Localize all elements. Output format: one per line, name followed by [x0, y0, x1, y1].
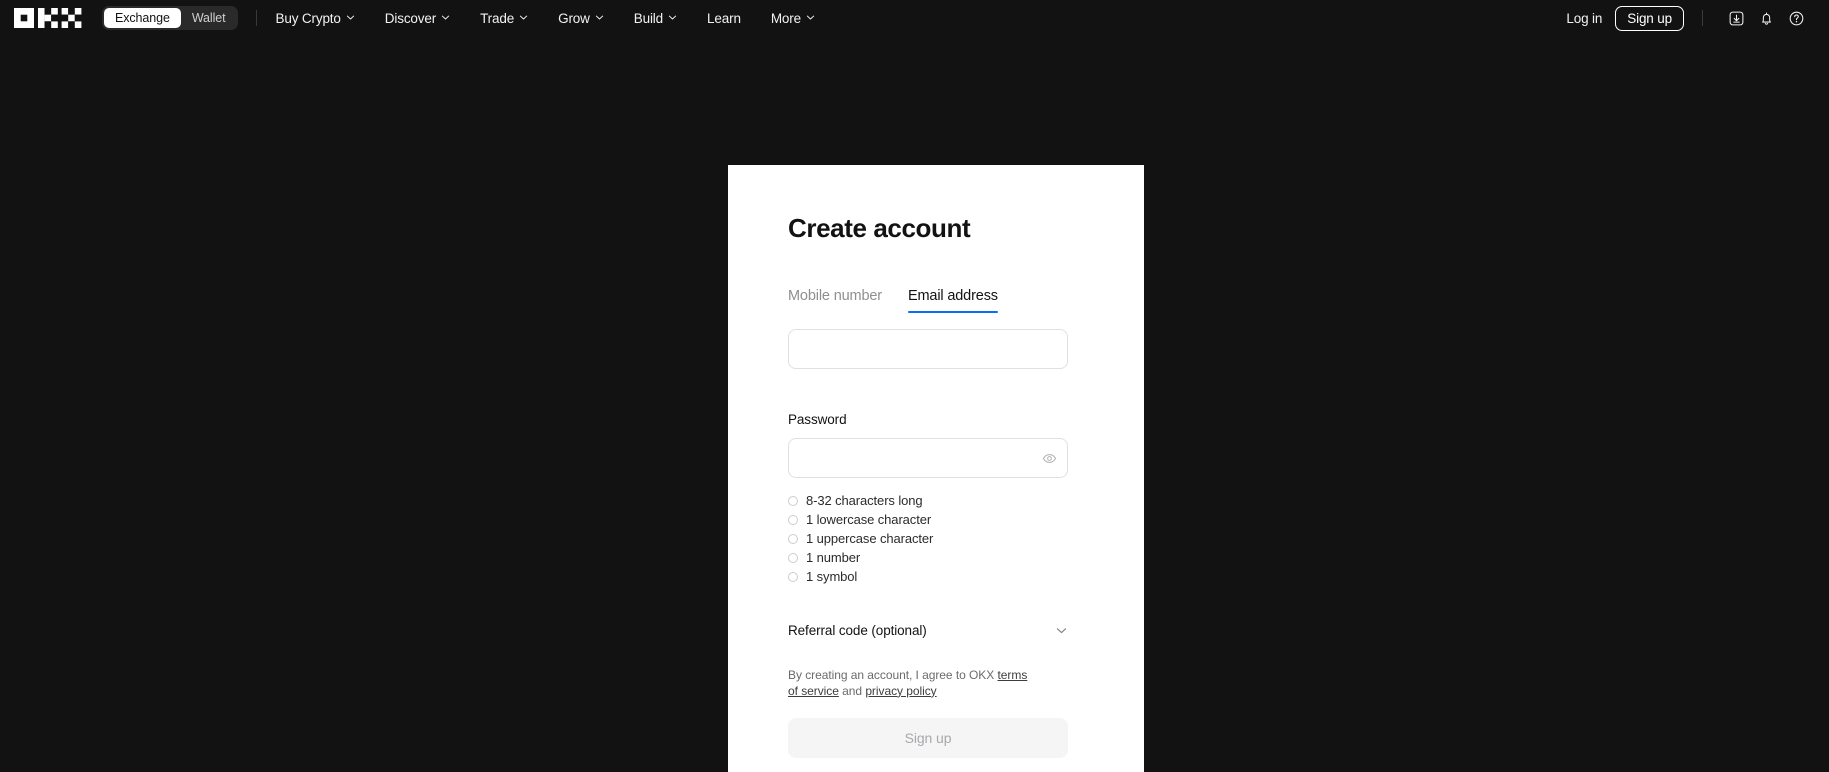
nav-item-label: Build: [633, 10, 664, 26]
nav-item-label: More: [770, 10, 801, 26]
requirement-radio-icon: [788, 495, 798, 506]
nav-item-more[interactable]: More: [756, 0, 830, 36]
referral-code-label: Referral code (optional): [788, 622, 927, 638]
main-nav: Buy Crypto Discover Trade Grow Build Lea…: [275, 0, 830, 36]
okx-logo[interactable]: [14, 8, 82, 28]
password-label: Password: [788, 412, 847, 427]
list-item: 1 number: [788, 548, 1084, 567]
nav-item-label: Discover: [384, 10, 437, 26]
notification-bell-icon[interactable]: [1751, 3, 1781, 33]
terms-middle: and: [838, 683, 866, 698]
requirement-label: 8-32 characters long: [806, 493, 923, 508]
eye-icon[interactable]: [1039, 448, 1059, 468]
help-circle-icon[interactable]: [1781, 3, 1811, 33]
chevron-down-icon: [595, 13, 604, 22]
chevron-down-icon: [519, 13, 528, 22]
terms-prefix: By creating an account, I agree to OKX: [788, 668, 998, 682]
list-item: 1 symbol: [788, 567, 1084, 586]
requirement-radio-icon: [788, 514, 798, 525]
product-switch: Exchange Wallet: [102, 6, 239, 30]
header-divider-right: [1702, 10, 1703, 26]
requirement-label: 1 symbol: [806, 569, 858, 584]
requirement-label: 1 number: [806, 550, 861, 565]
list-item: 1 uppercase character: [788, 529, 1084, 548]
product-switch-wallet[interactable]: Wallet: [181, 8, 237, 28]
tab-email-address[interactable]: Email address: [907, 288, 998, 313]
header-divider-left: [256, 10, 258, 26]
nav-item-learn[interactable]: Learn: [692, 0, 756, 36]
chevron-down-icon: [668, 13, 677, 22]
requirement-radio-icon: [788, 533, 798, 544]
download-icon[interactable]: [1721, 3, 1751, 33]
nav-item-trade[interactable]: Trade: [465, 0, 543, 36]
requirement-label: 1 uppercase character: [806, 531, 934, 546]
chevron-down-icon: [441, 13, 450, 22]
requirement-label: 1 lowercase character: [806, 512, 932, 527]
top-navigation-bar: Exchange Wallet Buy Crypto Discover Trad…: [0, 0, 1829, 36]
list-item: 1 lowercase character: [788, 510, 1084, 529]
tab-mobile-number[interactable]: Mobile number: [788, 288, 882, 313]
signup-submit-button[interactable]: Sign up: [788, 717, 1068, 758]
page-background: Create account Mobile number Email addre…: [0, 36, 1829, 772]
page-title: Create account: [788, 213, 971, 243]
create-account-card: Create account Mobile number Email addre…: [728, 165, 1144, 772]
requirement-radio-icon: [788, 571, 798, 582]
header-right-actions: Log in Sign up: [1553, 3, 1811, 33]
email-input[interactable]: [788, 329, 1068, 369]
nav-item-buy-crypto[interactable]: Buy Crypto: [275, 0, 369, 36]
password-requirements-list: 8-32 characters long 1 lowercase charact…: [788, 491, 1084, 586]
referral-code-toggle[interactable]: Referral code (optional): [788, 620, 1068, 640]
chevron-down-icon: [1055, 624, 1068, 637]
nav-item-label: Trade: [480, 10, 515, 26]
signup-method-tabs: Mobile number Email address: [788, 287, 1084, 313]
nav-item-build[interactable]: Build: [619, 0, 692, 36]
nav-item-discover[interactable]: Discover: [370, 0, 465, 36]
nav-item-label: Learn: [707, 10, 741, 26]
login-link[interactable]: Log in: [1553, 11, 1615, 26]
password-field-wrapper: [788, 438, 1068, 478]
nav-item-label: Grow: [558, 10, 590, 26]
chevron-down-icon: [346, 13, 355, 22]
signup-button[interactable]: Sign up: [1615, 5, 1684, 31]
privacy-policy-link[interactable]: privacy policy: [865, 684, 936, 698]
nav-item-label: Buy Crypto: [275, 10, 341, 26]
password-input[interactable]: [788, 438, 1068, 478]
requirement-radio-icon: [788, 552, 798, 563]
nav-item-grow[interactable]: Grow: [543, 0, 619, 36]
terms-text: By creating an account, I agree to OKX t…: [788, 668, 1028, 700]
list-item: 8-32 characters long: [788, 491, 1084, 510]
chevron-down-icon: [806, 13, 815, 22]
product-switch-exchange[interactable]: Exchange: [104, 8, 181, 28]
